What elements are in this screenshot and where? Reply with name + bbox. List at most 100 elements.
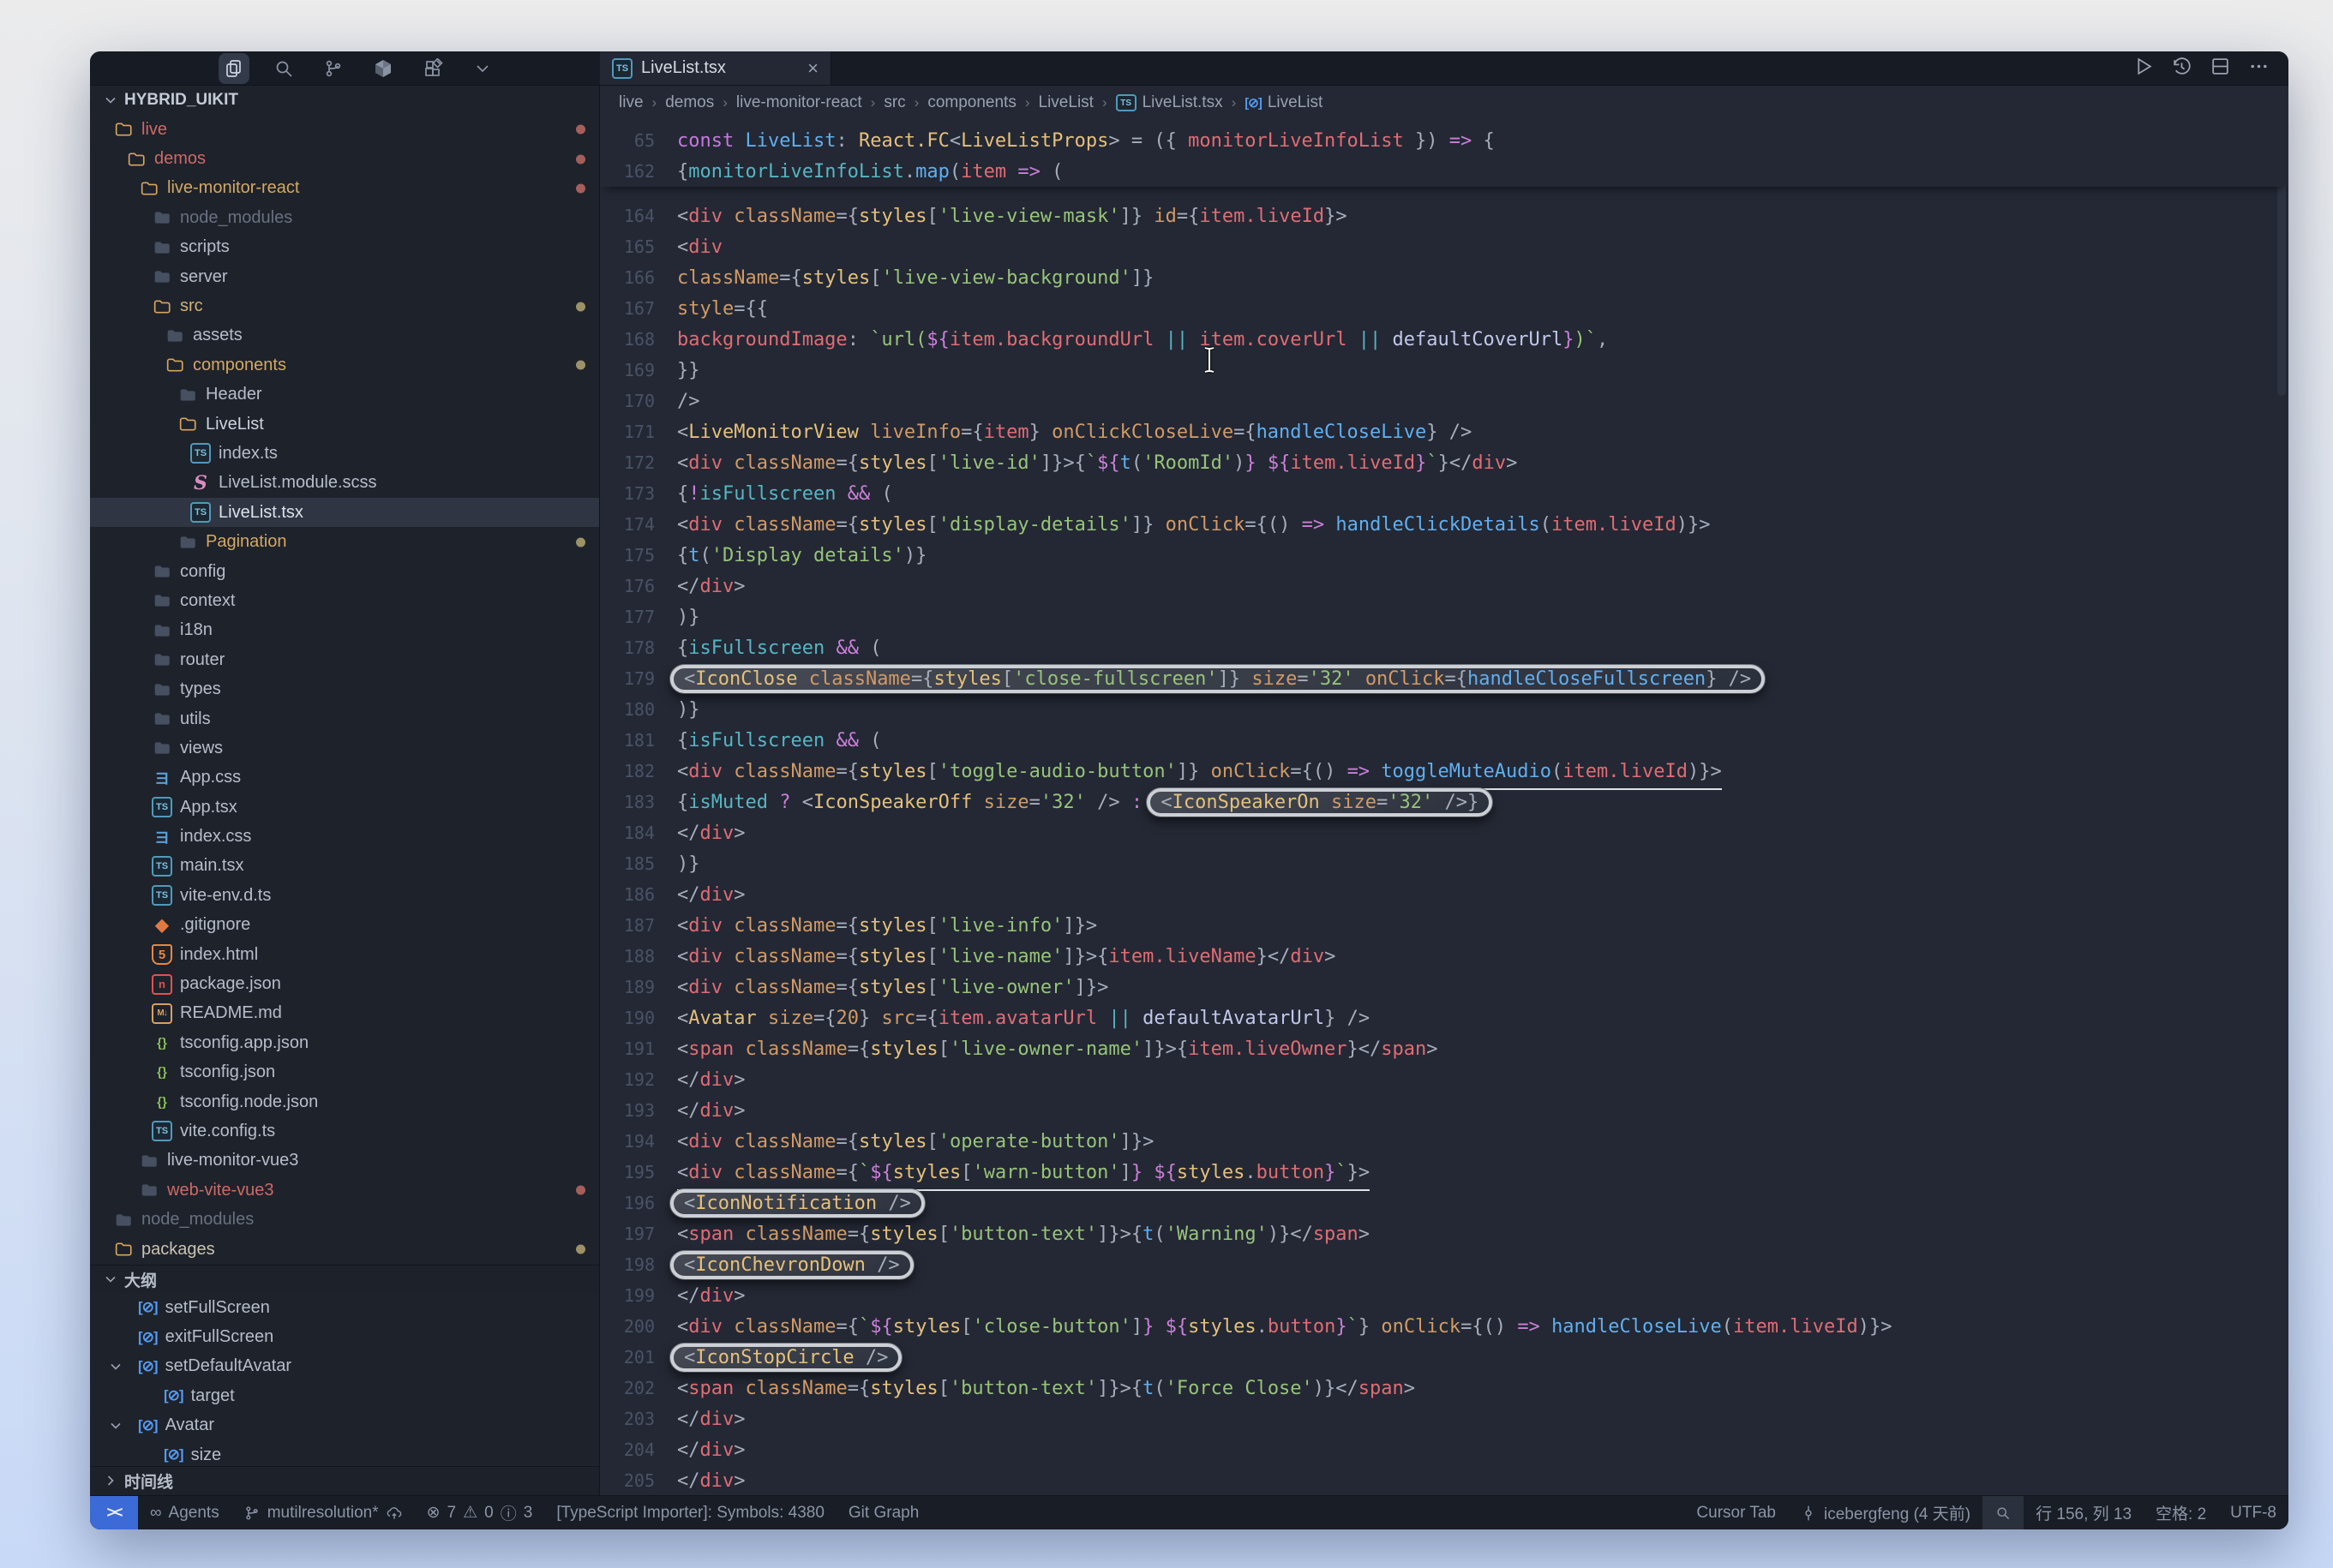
tree-item[interactable]: ヨApp.css bbox=[90, 763, 599, 793]
code-line[interactable]: 162 {monitorLiveInfoList.map(item => ( bbox=[600, 156, 2288, 187]
git-graph-status[interactable]: Git Graph bbox=[837, 1496, 931, 1529]
tree-item[interactable]: {}tsconfig.json bbox=[90, 1058, 599, 1087]
indentation-status[interactable]: 空格: 2 bbox=[2144, 1496, 2218, 1529]
tree-item[interactable]: TSvite.config.ts bbox=[90, 1116, 599, 1146]
tree-item[interactable]: components bbox=[90, 350, 599, 380]
cursor-tab-status[interactable]: Cursor Tab bbox=[1684, 1496, 1788, 1529]
tree-item[interactable]: router bbox=[90, 645, 599, 674]
code-line[interactable]: 181 {isFullscreen && ( bbox=[600, 725, 2288, 756]
code-line[interactable]: 182 <div className={styles['toggle-audio… bbox=[600, 756, 2288, 787]
code-line[interactable]: 165 <div bbox=[600, 231, 2288, 262]
breadcrumb-item[interactable]: live bbox=[619, 93, 644, 112]
tree-item[interactable]: LiveList bbox=[90, 410, 599, 439]
code-line[interactable]: 188 <div className={styles['live-name']}… bbox=[600, 941, 2288, 972]
code-line[interactable]: 164 <div className={styles['live-view-ma… bbox=[600, 200, 2288, 231]
blame-status[interactable]: icebergfeng (4 天前) bbox=[1788, 1496, 1982, 1529]
tree-item[interactable]: live-monitor-vue3 bbox=[90, 1146, 599, 1176]
code-line[interactable]: 198 <IconChevronDown /> bbox=[600, 1249, 2288, 1280]
code-line[interactable]: 176 </div> bbox=[600, 571, 2288, 601]
package-icon[interactable] bbox=[368, 53, 399, 84]
outline-item[interactable]: [⊘]target bbox=[90, 1381, 599, 1410]
chevron-down-icon[interactable] bbox=[467, 53, 498, 84]
code-line[interactable]: 175 {t('Display details')} bbox=[600, 540, 2288, 571]
tree-item[interactable]: utils bbox=[90, 704, 599, 733]
code-line[interactable]: 169 }} bbox=[600, 355, 2288, 386]
tree-item[interactable]: context bbox=[90, 586, 599, 615]
line-col-status[interactable]: 行 156, 列 13 bbox=[2024, 1496, 2144, 1529]
tree-item[interactable]: M↓README.md bbox=[90, 999, 599, 1028]
encoding-status[interactable]: UTF-8 bbox=[2218, 1496, 2288, 1529]
run-icon[interactable] bbox=[2132, 56, 2154, 81]
tree-item[interactable]: TSindex.ts bbox=[90, 439, 599, 468]
code-area[interactable]: 65const LiveList: React.FC<LiveListProps… bbox=[600, 120, 2288, 1495]
tree-item[interactable]: npackage.json bbox=[90, 969, 599, 998]
code-line[interactable]: 194 <div className={styles['operate-butt… bbox=[600, 1126, 2288, 1157]
code-line[interactable]: 168 backgroundImage: `url(${item.backgro… bbox=[600, 324, 2288, 355]
tree-item[interactable]: src bbox=[90, 291, 599, 320]
tree-item[interactable]: ヨindex.css bbox=[90, 822, 599, 851]
code-line[interactable]: 65const LiveList: React.FC<LiveListProps… bbox=[600, 125, 2288, 156]
code-line[interactable]: 193 </div> bbox=[600, 1095, 2288, 1126]
code-line[interactable]: 203 </div> bbox=[600, 1403, 2288, 1434]
tree-item[interactable]: scripts bbox=[90, 233, 599, 262]
code-line[interactable]: 200 <div className={`${styles['close-but… bbox=[600, 1311, 2288, 1342]
tree-item[interactable]: ◆.gitignore bbox=[90, 911, 599, 940]
code-line[interactable]: 199 </div> bbox=[600, 1280, 2288, 1311]
ts-importer-status[interactable]: [TypeScript Importer]: Symbols: 4380 bbox=[544, 1496, 837, 1529]
close-icon[interactable]: × bbox=[807, 57, 819, 80]
workspace-header[interactable]: HYBRID_UIKIT bbox=[90, 86, 599, 115]
breadcrumb-item[interactable]: components bbox=[927, 93, 1017, 112]
tab-livelist-tsx[interactable]: TS LiveList.tsx × bbox=[600, 51, 831, 85]
tree-item[interactable]: TSvite-env.d.ts bbox=[90, 881, 599, 910]
outline-item[interactable]: [⊘]setFullScreen bbox=[90, 1293, 599, 1322]
code-line[interactable]: 191 <span className={styles['live-owner-… bbox=[600, 1033, 2288, 1064]
code-line[interactable]: 196 <IconNotification /> bbox=[600, 1188, 2288, 1218]
code-line[interactable]: 170 /> bbox=[600, 386, 2288, 416]
code-line[interactable]: 174 <div className={styles['display-deta… bbox=[600, 509, 2288, 540]
tree-item[interactable]: server bbox=[90, 262, 599, 291]
code-line[interactable]: 177 )} bbox=[600, 601, 2288, 632]
code-line[interactable]: 173 {!isFullscreen && ( bbox=[600, 478, 2288, 509]
problems-status[interactable]: ⊗7 ⚠0 ⓘ3 bbox=[415, 1496, 545, 1529]
tree-item[interactable]: views bbox=[90, 733, 599, 763]
breadcrumb-item[interactable]: TSLiveList.tsx bbox=[1116, 93, 1223, 112]
outline-item[interactable]: [⊘]Avatar bbox=[90, 1411, 599, 1440]
code-line[interactable]: 204 </div> bbox=[600, 1434, 2288, 1465]
breadcrumb-item[interactable]: demos bbox=[665, 93, 714, 112]
outline-header[interactable]: 大纲 bbox=[90, 1265, 599, 1293]
tree-item[interactable]: config bbox=[90, 557, 599, 586]
tree-item[interactable]: SLiveList.module.scss bbox=[90, 469, 599, 498]
code-line[interactable]: 166 className={styles['live-view-backgro… bbox=[600, 262, 2288, 293]
code-line[interactable]: 190 <Avatar size={20} src={item.avatarUr… bbox=[600, 1002, 2288, 1033]
tree-item[interactable]: Header bbox=[90, 380, 599, 410]
tree-item[interactable]: types bbox=[90, 674, 599, 703]
outline-item[interactable]: [⊘]size bbox=[90, 1440, 599, 1466]
code-line[interactable]: 172 <div className={styles['live-id']}>{… bbox=[600, 447, 2288, 478]
outline-item[interactable]: [⊘]setDefaultAvatar bbox=[90, 1352, 599, 1381]
code-line[interactable]: 183 {isMuted ? <IconSpeakerOff size='32'… bbox=[600, 787, 2288, 817]
tree-item[interactable]: demos bbox=[90, 144, 599, 173]
breadcrumb-item[interactable]: src bbox=[884, 93, 905, 112]
tree-item[interactable]: TSLiveList.tsx bbox=[90, 498, 599, 527]
tree-item[interactable]: TSmain.tsx bbox=[90, 852, 599, 881]
code-line[interactable]: 185 )} bbox=[600, 848, 2288, 879]
code-line[interactable]: 184 </div> bbox=[600, 817, 2288, 848]
tree-item[interactable]: i18n bbox=[90, 616, 599, 645]
files-icon[interactable] bbox=[219, 53, 249, 84]
code-line[interactable]: 202 <span className={styles['button-text… bbox=[600, 1373, 2288, 1403]
code-line[interactable]: 195 <div className={`${styles['warn-butt… bbox=[600, 1157, 2288, 1188]
breadcrumb-item[interactable]: live-monitor-react bbox=[736, 93, 862, 112]
breadcrumb-item[interactable]: LiveList bbox=[1039, 93, 1094, 112]
tree-item[interactable]: Pagination bbox=[90, 527, 599, 556]
breadcrumb-item[interactable]: [⊘]LiveList bbox=[1244, 93, 1322, 112]
tree-item[interactable]: web-vite-vue3 bbox=[90, 1176, 599, 1205]
tree-item[interactable]: packages bbox=[90, 1235, 599, 1264]
search-icon[interactable] bbox=[268, 53, 299, 84]
tree-item[interactable]: TSApp.tsx bbox=[90, 793, 599, 822]
code-line[interactable]: 180 )} bbox=[600, 694, 2288, 725]
source-control-icon[interactable] bbox=[318, 53, 349, 84]
code-line[interactable]: 178 {isFullscreen && ( bbox=[600, 632, 2288, 663]
code-line[interactable]: 205 </div> bbox=[600, 1465, 2288, 1495]
tree-item[interactable]: node_modules bbox=[90, 1205, 599, 1234]
outline-item[interactable]: [⊘]exitFullScreen bbox=[90, 1322, 599, 1351]
